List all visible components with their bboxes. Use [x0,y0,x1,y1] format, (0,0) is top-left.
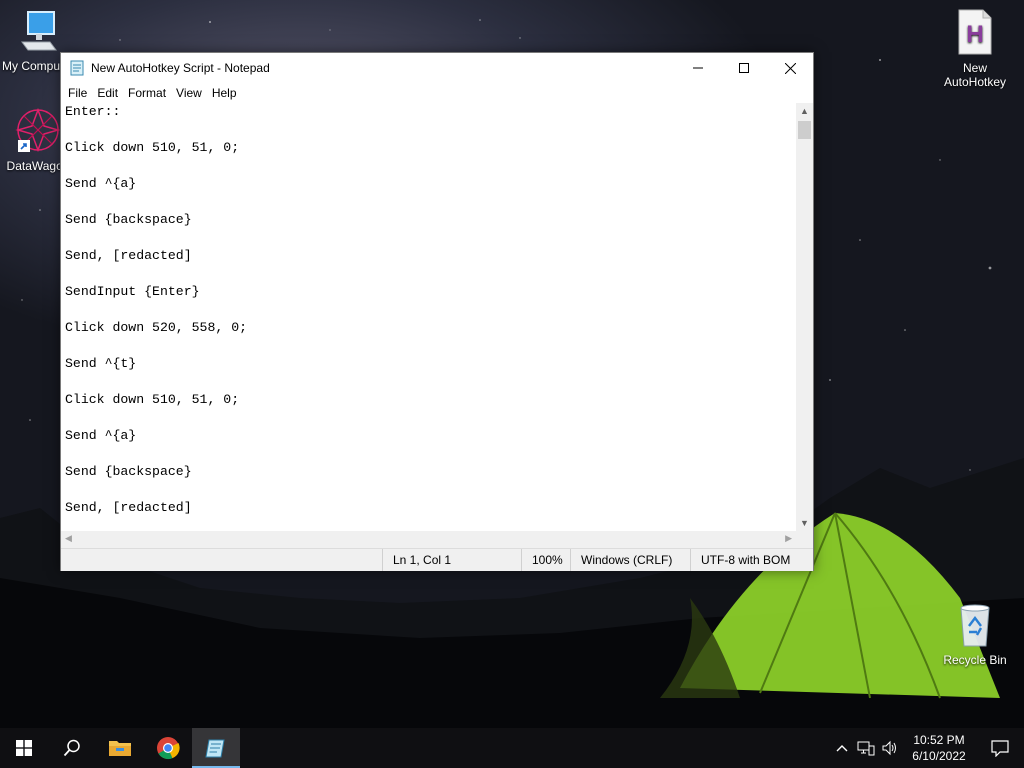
network-button[interactable] [854,728,878,768]
search-icon [63,739,80,757]
title-bar[interactable]: New AutoHotkey Script - Notepad [61,53,813,83]
menu-file[interactable]: File [63,83,92,103]
start-button[interactable] [0,728,48,768]
volume-button[interactable] [878,728,902,768]
text-editor[interactable]: Enter:: Click down 510, 51, 0; Send ^{a}… [61,103,796,531]
vertical-scroll-thumb[interactable] [798,121,811,139]
menu-format[interactable]: Format [123,83,171,103]
vertical-scrollbar[interactable]: ▲ ▼ [796,103,813,531]
taskbar: 10:52 PM 6/10/2022 [0,728,1024,768]
minimize-icon [693,67,703,69]
scroll-right-arrow-icon[interactable]: ▶ [785,533,792,544]
datawagon-icon [15,107,61,153]
system-tray: 10:52 PM 6/10/2022 [830,728,1024,768]
recycle-bin-icon [960,604,990,647]
status-zoom: 100% [521,549,572,571]
notepad-icon [205,739,225,758]
desktop-icon-recycle-bin[interactable]: Recycle Bin [936,602,1014,667]
taskbar-notepad[interactable] [192,728,240,768]
svg-text:H: H [966,21,983,48]
speaker-icon [882,740,896,756]
network-icon [857,741,875,756]
window-title: New AutoHotkey Script - Notepad [91,61,270,75]
desktop-icon-new-autohotkey-script[interactable]: H New AutoHotkey Script [936,8,1014,89]
taskbar-chrome[interactable] [144,728,192,768]
editor-content[interactable]: Enter:: Click down 510, 51, 0; Send ^{a}… [61,103,796,517]
status-encoding: UTF-8 with BOM [690,549,811,571]
scroll-up-arrow-icon[interactable]: ▲ [800,106,809,116]
action-center-button[interactable] [976,728,1024,768]
desktop-icon-label: Recycle Bin [943,653,1007,667]
clock-time: 10:52 PM [913,733,965,747]
scroll-left-arrow-icon[interactable]: ◀ [65,533,72,544]
clock[interactable]: 10:52 PM 6/10/2022 [902,732,976,764]
taskbar-file-explorer[interactable] [96,728,144,768]
close-icon [784,62,796,74]
status-cursor-position: Ln 1, Col 1 [382,549,513,571]
maximize-icon [739,63,749,73]
chrome-icon [157,737,180,760]
minimize-button[interactable] [675,53,721,83]
chevron-up-icon [836,745,848,752]
menu-help[interactable]: Help [207,83,242,103]
desktop-icon-label: New AutoHotkey Script [943,61,1007,89]
show-hidden-icons-button[interactable] [830,728,854,768]
horizontal-scrollbar[interactable]: ◀ ▶ [61,531,796,548]
clock-date: 6/10/2022 [912,749,966,763]
maximize-button[interactable] [721,53,767,83]
menu-edit[interactable]: Edit [92,83,123,103]
scroll-down-arrow-icon[interactable]: ▼ [800,518,809,528]
notification-icon [991,740,1009,757]
menu-bar: File Edit Format View Help [61,83,813,103]
scrollbar-corner [796,531,813,548]
notepad-app-icon [70,60,84,76]
file-explorer-icon [109,741,131,756]
search-button[interactable] [48,728,96,768]
close-button[interactable] [767,53,813,83]
status-line-ending: Windows (CRLF) [570,549,691,571]
status-bar: Ln 1, Col 1 100% Windows (CRLF) UTF-8 wi… [61,548,813,571]
windows-logo-icon [16,740,32,756]
computer-icon [21,11,57,51]
notepad-window: New AutoHotkey Script - Notepad File Edi… [60,52,814,571]
menu-view[interactable]: View [171,83,207,103]
autohotkey-file-icon: H [958,9,992,55]
